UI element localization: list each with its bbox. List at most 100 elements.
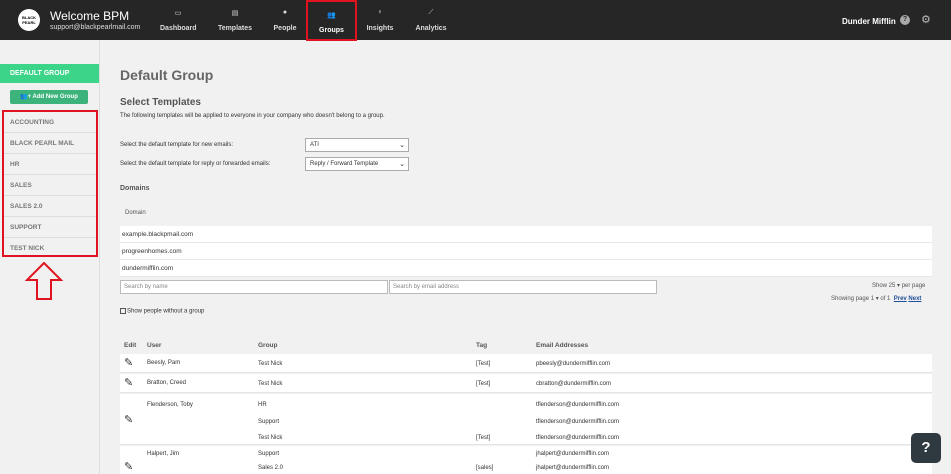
sidebar-item-black-pearl-mail[interactable]: BLACK PEARL MAIL bbox=[4, 133, 96, 154]
top-navbar: BLACK PEARL Welcome BPM support@blackpea… bbox=[0, 0, 951, 41]
user-email: tflenderson@dundermifflin.com bbox=[536, 435, 620, 441]
account-email: support@blackpearlmail.com bbox=[50, 24, 141, 31]
reply-template-select[interactable]: Reply / Forward Template ⌄ bbox=[305, 157, 409, 171]
add-new-group-label: Add New Group bbox=[32, 94, 78, 100]
group-list: ACCOUNTING BLACK PEARL MAIL HR SALES SAL… bbox=[2, 110, 98, 257]
per-page-select[interactable]: Show 25 ▾ per page bbox=[872, 282, 925, 289]
sidebar-item-accounting[interactable]: ACCOUNTING bbox=[4, 112, 96, 133]
reply-template-label: Select the default template for reply or… bbox=[120, 161, 271, 167]
user-name: Flenderson, Toby bbox=[147, 402, 193, 408]
page-indicator[interactable]: Showing page 1 ▾ of 1 bbox=[831, 296, 890, 302]
user-email: tflenderson@dundermifflin.com bbox=[536, 419, 620, 425]
nav-groups[interactable]: 👥 Groups bbox=[306, 0, 357, 41]
domain-row: example.blackpmail.com bbox=[120, 226, 932, 243]
show-without-group-checkbox[interactable] bbox=[120, 308, 126, 314]
nav-people-label: People bbox=[273, 25, 297, 32]
prev-page-link[interactable]: Prev bbox=[894, 296, 907, 302]
monitor-icon: ▭ bbox=[174, 10, 182, 17]
edit-icon[interactable]: ✎ bbox=[124, 376, 133, 389]
user-tag: [Test] bbox=[476, 361, 491, 367]
domain-row: progreenhomes.com bbox=[120, 243, 932, 260]
nav-analytics-label: Analytics bbox=[415, 25, 447, 32]
select-templates-heading: Select Templates bbox=[120, 97, 201, 108]
table-row bbox=[120, 354, 932, 373]
welcome-title: Welcome BPM bbox=[50, 9, 130, 23]
domains-heading: Domains bbox=[120, 185, 150, 192]
user-email: cbratton@dundermifflin.com bbox=[536, 381, 612, 387]
user-group: Test Nick bbox=[258, 435, 283, 441]
user-group: Support bbox=[258, 419, 280, 425]
groups-sidebar: DEFAULT GROUP 👥+ Add New Group ACCOUNTIN… bbox=[0, 40, 100, 474]
user-name: Beesly, Pam bbox=[147, 360, 181, 366]
email-column-header: Email Addresses bbox=[536, 342, 589, 349]
help-chat-button[interactable]: ? bbox=[911, 433, 941, 463]
edit-icon[interactable]: ✎ bbox=[124, 413, 133, 426]
user-tag: [sales] bbox=[476, 465, 494, 471]
group-column-header: Group bbox=[258, 342, 278, 349]
tag-column-header: Tag bbox=[476, 342, 488, 349]
gear-icon[interactable]: ⚙ bbox=[921, 13, 931, 26]
pagination: Showing page 1 ▾ of 1 Prev Next bbox=[831, 295, 921, 302]
chevron-down-icon: ⌄ bbox=[399, 142, 405, 149]
nav-templates-label: Templates bbox=[217, 25, 253, 32]
group-icon: 👥 bbox=[327, 12, 336, 19]
sidebar-item-test-nick[interactable]: TEST NICK bbox=[4, 238, 96, 259]
sidebar-item-sales-2[interactable]: SALES 2.0 bbox=[4, 196, 96, 217]
page-title: Default Group bbox=[120, 67, 214, 83]
sidebar-item-support[interactable]: SUPPORT bbox=[4, 217, 96, 238]
nav-insights[interactable]: ♀ Insights bbox=[365, 0, 395, 40]
sidebar-item-sales[interactable]: SALES bbox=[4, 175, 96, 196]
nav-dashboard-label: Dashboard bbox=[160, 25, 197, 32]
new-email-template-value: ATI bbox=[310, 142, 319, 148]
sidebar-item-hr[interactable]: HR bbox=[4, 154, 96, 175]
user-group: Test Nick bbox=[258, 381, 283, 387]
reply-template-value: Reply / Forward Template bbox=[310, 161, 379, 167]
template-icon: ▤ bbox=[231, 10, 239, 17]
nav-insights-label: Insights bbox=[366, 25, 394, 32]
logo-text: BLACK PEARL bbox=[22, 15, 36, 25]
show-without-group-label[interactable]: Show people without a group bbox=[127, 309, 204, 315]
next-page-link[interactable]: Next bbox=[908, 296, 921, 302]
user-email: pbeesly@dundermifflin.com bbox=[536, 361, 611, 367]
user-group: Sales 2.0 bbox=[258, 465, 284, 471]
edit-icon[interactable]: ✎ bbox=[124, 356, 133, 369]
table-row bbox=[120, 446, 932, 474]
help-icon[interactable]: ? bbox=[900, 15, 910, 25]
table-row bbox=[120, 374, 932, 393]
chart-icon: ⟋ bbox=[428, 9, 434, 16]
add-group-icon: 👥+ bbox=[20, 94, 32, 100]
select-templates-description: The following templates will be applied … bbox=[120, 113, 385, 119]
company-name[interactable]: Dunder Mifflin bbox=[842, 17, 896, 26]
add-new-group-button[interactable]: 👥+ Add New Group bbox=[10, 90, 88, 104]
user-group: HR bbox=[258, 402, 267, 408]
nav-templates[interactable]: ▤ Templates bbox=[216, 0, 254, 40]
domain-row: dundermifflin.com bbox=[120, 260, 932, 277]
user-name: Bratton, Creed bbox=[147, 380, 187, 386]
user-email: jhalpert@dundermifflin.com bbox=[536, 451, 610, 457]
search-by-name-input[interactable]: Search by name bbox=[120, 280, 388, 294]
nav-analytics[interactable]: ⟋ Analytics bbox=[414, 0, 448, 40]
table-row bbox=[120, 394, 932, 445]
user-tag: [Test] bbox=[476, 435, 491, 441]
edit-icon[interactable]: ✎ bbox=[124, 460, 133, 473]
nav-dashboard[interactable]: ▭ Dashboard bbox=[160, 0, 197, 40]
user-email: jhalpert@dundermifflin.com bbox=[536, 465, 610, 471]
show-without-group-row: Show people without a group bbox=[120, 308, 204, 315]
user-group: Support bbox=[258, 451, 280, 457]
domain-column-header: Domain bbox=[120, 206, 932, 226]
domains-table: Domain example.blackpmail.com progreenho… bbox=[120, 206, 932, 277]
edit-column-header: Edit bbox=[124, 342, 137, 349]
nav-people[interactable]: ● People bbox=[271, 0, 299, 40]
annotation-arrow-up-icon bbox=[25, 262, 63, 300]
user-group: Test Nick bbox=[258, 361, 283, 367]
new-email-template-select[interactable]: ATI ⌄ bbox=[305, 138, 409, 152]
search-by-email-input[interactable]: Search by email address bbox=[389, 280, 657, 294]
new-email-template-label: Select the default template for new emai… bbox=[120, 142, 234, 148]
main-content: Default Group Select Templates The follo… bbox=[101, 40, 951, 474]
sidebar-item-default-group[interactable]: DEFAULT GROUP bbox=[0, 64, 99, 83]
black-pearl-logo[interactable]: BLACK PEARL bbox=[18, 9, 40, 31]
user-email: tflenderson@dundermifflin.com bbox=[536, 402, 620, 408]
user-column-header: User bbox=[147, 342, 162, 349]
person-icon: ● bbox=[282, 9, 288, 16]
lightbulb-icon: ♀ bbox=[377, 9, 383, 16]
